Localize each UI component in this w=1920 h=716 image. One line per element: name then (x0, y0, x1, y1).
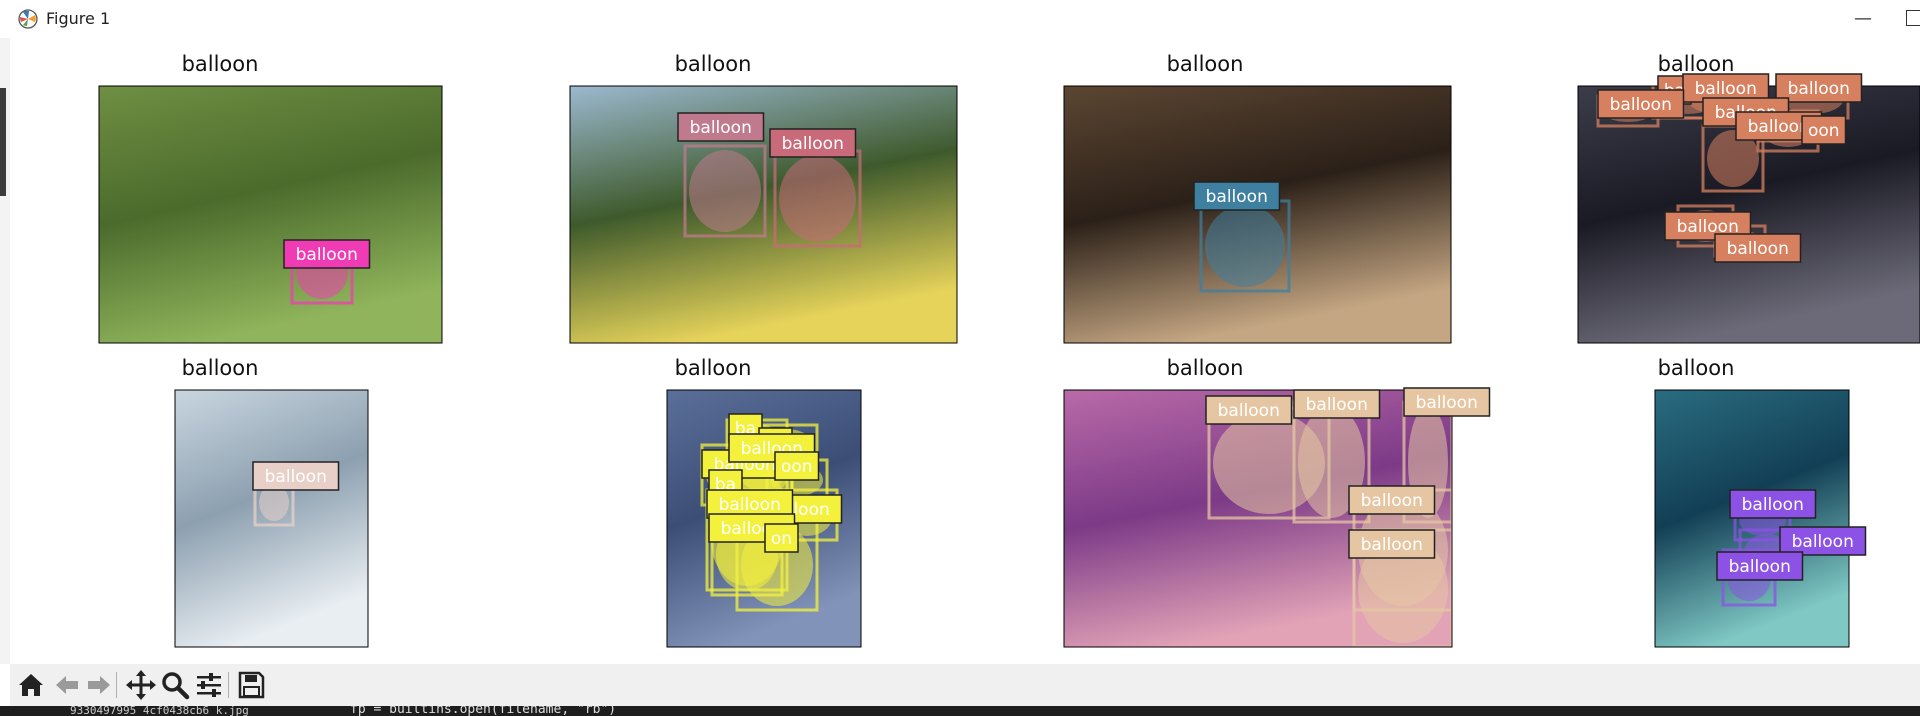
subplot-title: balloon (181, 52, 259, 76)
save-button[interactable] (234, 668, 268, 702)
label-text: on (771, 529, 792, 549)
matplotlib-logo-icon (18, 9, 38, 29)
balloon-shape (689, 150, 761, 232)
subplot-image[interactable]: balloon balloon (569, 85, 958, 344)
minimize-icon: — (1854, 8, 1872, 29)
box-label: balloon (1205, 395, 1293, 425)
box-label: balloon (769, 128, 857, 158)
subplot-image[interactable]: baballoonballoonballoonballoonballoonoon… (1577, 73, 1920, 344)
subplot-image[interactable]: baonballoonbaballoonoonlloonballoonballo… (666, 389, 862, 648)
box-label: balloon (283, 239, 371, 269)
box-label: balloon (1729, 489, 1817, 519)
move-icon (126, 670, 156, 700)
background-code-line: fp = builtins.open(filename, "rb") (350, 706, 617, 716)
label-text: balloon (1416, 393, 1478, 413)
label-text: balloon (1742, 495, 1804, 515)
zoom-button[interactable] (158, 668, 192, 702)
subplot-image[interactable]: balloon (1063, 85, 1452, 344)
label-text: oon (781, 457, 813, 477)
forward-button[interactable] (82, 668, 116, 702)
sliders-icon (197, 673, 221, 697)
label-text: balloon (265, 467, 327, 487)
pan-button[interactable] (124, 668, 158, 702)
label-text: balloon (1792, 532, 1854, 552)
subplot-image[interactable]: balloon (98, 85, 443, 344)
subplot-title: balloon (1166, 356, 1244, 380)
subplot-title: balloon (181, 356, 259, 380)
box-label: balloon (1716, 551, 1804, 581)
box-label: balloon (1348, 485, 1436, 515)
label-text: balloon (1306, 395, 1368, 415)
box-label: balloon (1597, 89, 1685, 119)
label-text: balloon (1748, 117, 1810, 137)
arrow-left-icon (56, 676, 78, 694)
background-file-tab: 9330497995_4cf0438cb6_k.jpg (70, 706, 249, 716)
subplot-title: balloon (674, 356, 752, 380)
configure-subplots-button[interactable] (192, 668, 226, 702)
subplot-image[interactable]: balloonballoonballoon (1654, 389, 1867, 648)
subplot-image[interactable]: balloon (174, 389, 369, 648)
window-title: Figure 1 (46, 9, 111, 28)
maximize-button[interactable] (1906, 10, 1920, 26)
label-text: balloon (1361, 535, 1423, 555)
navigation-toolbar (10, 664, 1920, 706)
magnifier-icon (162, 672, 190, 700)
background-window-edge (0, 88, 6, 196)
label-text: balloon (1788, 79, 1850, 99)
label-text: balloon (1695, 79, 1757, 99)
toolbar-separator (228, 672, 229, 698)
subplot-title: balloon (1657, 52, 1735, 76)
left-window-edge (0, 38, 10, 664)
home-button[interactable] (14, 668, 48, 702)
subplot-title: balloon (1166, 52, 1244, 76)
label-text: oon (1808, 121, 1840, 141)
toolbar-separator (116, 672, 117, 698)
home-icon (19, 674, 43, 696)
subplot-title: balloon (1657, 356, 1735, 380)
background-editor-strip: 9330497995_4cf0438cb6_k.jpg fp = builtin… (0, 706, 1920, 716)
label-text: balloon (1218, 401, 1280, 421)
box-label: balloon (1348, 529, 1436, 559)
box-label: balloon (1714, 233, 1802, 263)
figure-canvas[interactable]: balloon balloon balloon balloon balloon ballo… (10, 38, 1920, 664)
box-label: balloon (1193, 181, 1281, 211)
box-label: balloon (252, 461, 340, 491)
subplot-image[interactable]: balloon balloon balloon balloon balloon (1063, 387, 1491, 648)
label-text: balloon (296, 245, 358, 265)
box-label: oon (774, 451, 820, 481)
figure-window: Figure 1 — balloon balloon balloon balloon b… (0, 0, 1920, 716)
balloon-shape (779, 155, 856, 242)
back-button[interactable] (50, 668, 84, 702)
label-text: balloon (1729, 557, 1791, 577)
floppy-disk-icon (238, 671, 265, 699)
label-text: balloon (782, 134, 844, 154)
box-label: balloon (1403, 387, 1491, 417)
label-text: balloon (1610, 95, 1672, 115)
label-text: balloon (1727, 239, 1789, 259)
box-label: on (764, 523, 799, 553)
label-text: balloon (1206, 187, 1268, 207)
box-label: balloon (1293, 389, 1381, 419)
label-text: balloon (690, 118, 752, 138)
title-bar[interactable]: Figure 1 — (0, 0, 1920, 39)
box-label: balloon (1779, 526, 1867, 556)
photo-background (99, 86, 442, 343)
subplot-title: balloon (674, 52, 752, 76)
label-text: balloon (719, 495, 781, 515)
minimize-button[interactable]: — (1850, 6, 1876, 32)
arrow-right-icon (88, 676, 110, 694)
box-label: balloon (677, 112, 765, 142)
balloon-shape (1205, 205, 1285, 287)
label-text: balloon (1361, 491, 1423, 511)
box-label: oon (1801, 115, 1847, 145)
